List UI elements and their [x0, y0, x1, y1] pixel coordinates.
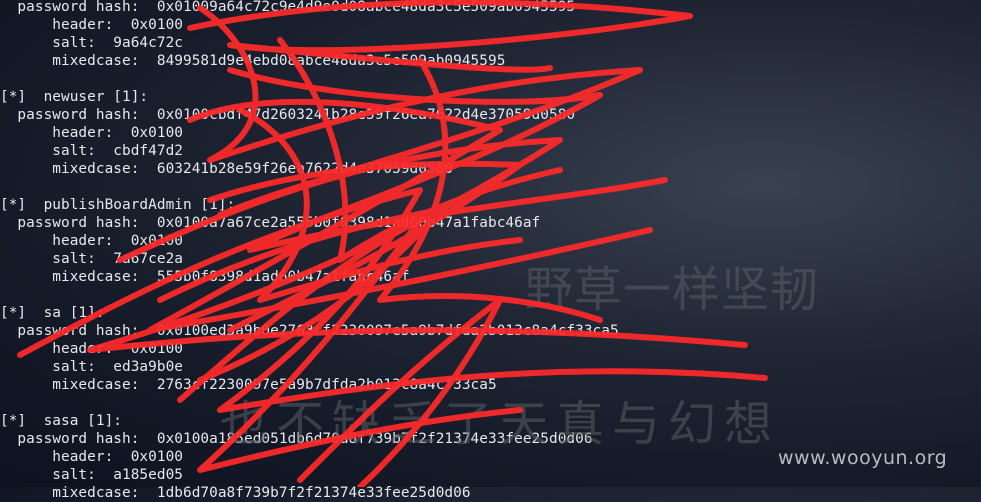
scribble-stroke: [187, 0, 693, 73]
red-redaction-scribble: [17, 0, 768, 487]
